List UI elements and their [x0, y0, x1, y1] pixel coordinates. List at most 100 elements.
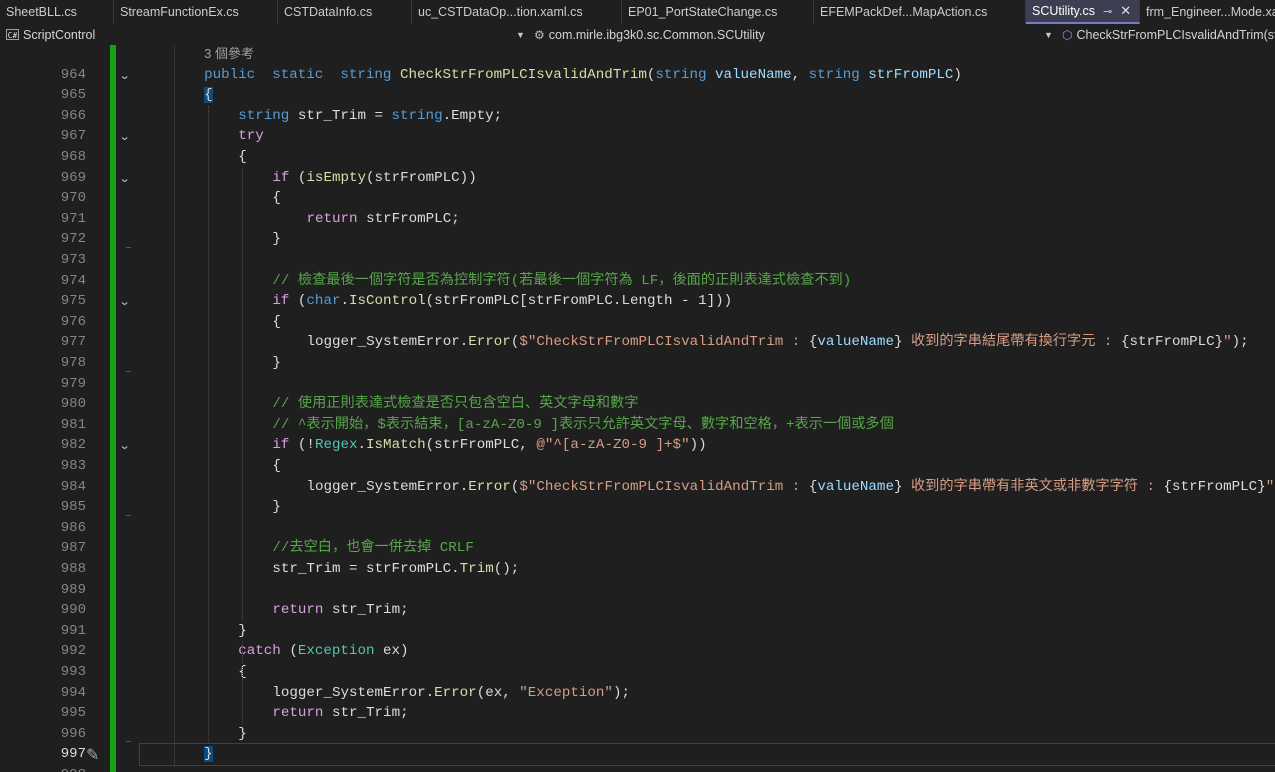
line-number: 980 — [60, 396, 86, 413]
project-dropdown[interactable]: C# ScriptControl ▼ — [6, 24, 526, 45]
code-token: Error — [468, 478, 511, 495]
code-token: ) — [953, 66, 962, 83]
tab-7[interactable]: frm_Engineer...Mode.xaml.cs — [1140, 0, 1275, 24]
code-line[interactable]: logger_SystemError.Error($"CheckStrFromP… — [140, 332, 1248, 353]
line-number: 984 — [60, 478, 86, 495]
code-line[interactable]: // 檢查最後一個字符是否為控制字符(若最後一個字符為 LF，後面的正則表達式檢… — [140, 271, 851, 292]
code-line[interactable] — [140, 250, 170, 271]
gutter-line: 994 — [0, 683, 116, 704]
code-line[interactable]: str_Trim = strFromPLC.Trim(); — [140, 559, 519, 580]
code-token: CheckStrFromPLCIsvalidAndTrim — [391, 66, 647, 83]
code-line[interactable]: try — [140, 126, 264, 147]
code-token: if — [272, 293, 290, 310]
tab-3[interactable]: uc_CSTDataOp...tion.xaml.cs — [412, 0, 622, 24]
code-token: (strFromPLC, — [425, 437, 537, 454]
code-token: } — [272, 355, 281, 371]
code-line[interactable]: } — [140, 229, 281, 250]
code-line[interactable]: // 使用正則表達式檢查是否只包含空白、英文字母和數字 — [140, 394, 638, 415]
fold-end-marker — [126, 514, 131, 516]
code-line[interactable]: if (isEmpty(strFromPLC)) — [140, 168, 476, 189]
code-line[interactable]: if (char.IsControl(strFromPLC[strFromPLC… — [140, 291, 732, 312]
code-line[interactable]: //去空白，也會一併去掉 CRLF — [140, 538, 473, 559]
code-line[interactable]: 3 個參考 — [140, 45, 254, 65]
code-token: { — [272, 313, 281, 330]
indent-guide — [174, 45, 175, 765]
code-token: return — [272, 705, 324, 722]
code-line[interactable]: } — [140, 621, 247, 642]
line-number: 975 — [60, 293, 86, 310]
code-line[interactable]: } — [138, 743, 1275, 766]
member-name: CheckStrFromPLCIsvalidAndTrim(string val… — [1076, 27, 1275, 42]
gutter-line: 992 — [0, 641, 116, 662]
fold-collapse-icon[interactable]: ⌄ — [119, 130, 131, 143]
pin-icon[interactable]: ⊸ — [1103, 5, 1112, 18]
tab-label: EFEMPackDef...MapAction.cs — [820, 5, 988, 19]
code-token: @"^[a-zA-Z0-9 ]+$" — [536, 437, 690, 454]
code-line[interactable]: { — [140, 662, 247, 683]
method-icon: ⬡ — [1062, 27, 1073, 42]
code-token: logger_SystemError. — [306, 334, 469, 351]
code-line[interactable]: } — [140, 353, 281, 374]
code-line[interactable]: string str_Trim = string.Empty; — [140, 106, 502, 127]
code-line[interactable]: { — [140, 312, 281, 333]
fold-collapse-icon[interactable]: ⌄ — [119, 172, 131, 185]
indent-guide — [242, 167, 244, 621]
code-editor[interactable]: 964 ⌄ 965 966 967 ⌄ 968 969 ⌄ 970 971 972 973 974 975 ⌄… — [0, 45, 1275, 772]
code-line[interactable] — [140, 580, 170, 601]
code-line[interactable]: logger_SystemError.Error($"CheckStrFromP… — [140, 477, 1275, 498]
tab-0[interactable]: SheetBLL.cs — [0, 0, 114, 24]
tab-4[interactable]: EP01_PortStateChange.cs — [622, 0, 814, 24]
gutter-line: 970 — [0, 188, 116, 209]
gutter-line: 964 — [0, 65, 116, 86]
type-dropdown[interactable]: ⚙ com.mirle.ibg3k0.sc.Common.SCUtility ▼ — [534, 24, 1054, 45]
code-token: char — [306, 293, 341, 310]
line-number: 989 — [60, 581, 86, 598]
code-line[interactable]: catch (Exception ex) — [140, 641, 408, 662]
code-line[interactable]: // ^表示開始，$表示結束，[a-zA-Z0-9 ]表示只允許英文字母、數字和… — [140, 415, 893, 436]
line-number: 990 — [60, 602, 86, 619]
code-token: 收到的字串帶有非英文或非數字字符 : — [902, 478, 1164, 495]
gutter-line: 981 — [0, 415, 116, 436]
close-icon[interactable]: ✕ — [1120, 3, 1131, 19]
member-dropdown[interactable]: ⬡ CheckStrFromPLCIsvalidAndTrim(string v… — [1062, 24, 1275, 45]
tab-1[interactable]: StreamFunctionEx.cs — [114, 0, 278, 24]
code-line[interactable]: } — [140, 497, 281, 518]
fold-collapse-icon[interactable]: ⌄ — [119, 439, 131, 452]
code-line[interactable]: { — [140, 147, 247, 168]
tab-2[interactable]: CSTDataInfo.cs — [278, 0, 412, 24]
line-number: 998 — [26, 765, 86, 772]
code-line[interactable]: return str_Trim; — [140, 703, 408, 724]
code-token: (); — [493, 561, 520, 577]
code-line[interactable]: public static string CheckStrFromPLCIsva… — [140, 65, 962, 86]
chevron-down-icon: ▼ — [1044, 29, 1053, 40]
code-token: Exception — [297, 643, 375, 660]
code-line[interactable]: logger_SystemError.Error(ex, "Exception"… — [140, 683, 630, 704]
code-line[interactable] — [140, 765, 170, 772]
fold-collapse-icon[interactable]: ⌄ — [119, 69, 131, 82]
code-line[interactable]: if (!Regex.IsMatch(strFromPLC, @"^[a-zA-… — [140, 435, 706, 456]
gutter-line: 984 — [0, 477, 116, 498]
quick-actions-pencil-icon[interactable]: ✎ — [86, 745, 99, 765]
code-token: { — [238, 149, 247, 165]
tab-5[interactable]: EFEMPackDef...MapAction.cs — [814, 0, 1026, 24]
code-line[interactable]: return str_Trim; — [140, 600, 408, 621]
code-token: logger_SystemError. — [272, 684, 435, 701]
code-line[interactable]: { — [140, 456, 281, 477]
class-icon: ⚙ — [534, 27, 545, 42]
tab-6[interactable]: SCUtility.cs ⊸ ✕ — [1026, 0, 1140, 24]
code-token: {strFromPLC} — [1163, 478, 1266, 495]
code-token: ( — [289, 293, 307, 310]
code-line[interactable]: { — [140, 85, 213, 106]
code-line[interactable]: } — [140, 724, 247, 745]
code-token: { — [204, 87, 213, 104]
fold-collapse-icon[interactable]: ⌄ — [119, 295, 131, 308]
line-number: 991 — [60, 622, 86, 639]
code-line[interactable] — [140, 518, 170, 539]
code-line[interactable] — [140, 374, 170, 395]
code-line[interactable]: { — [140, 188, 281, 209]
line-number: 987 — [60, 540, 86, 557]
line-number: 969 — [60, 169, 86, 186]
gutter-line: 988 — [0, 559, 116, 580]
gutter-line: 973 — [0, 250, 116, 271]
code-line[interactable]: return strFromPLC; — [140, 209, 459, 230]
